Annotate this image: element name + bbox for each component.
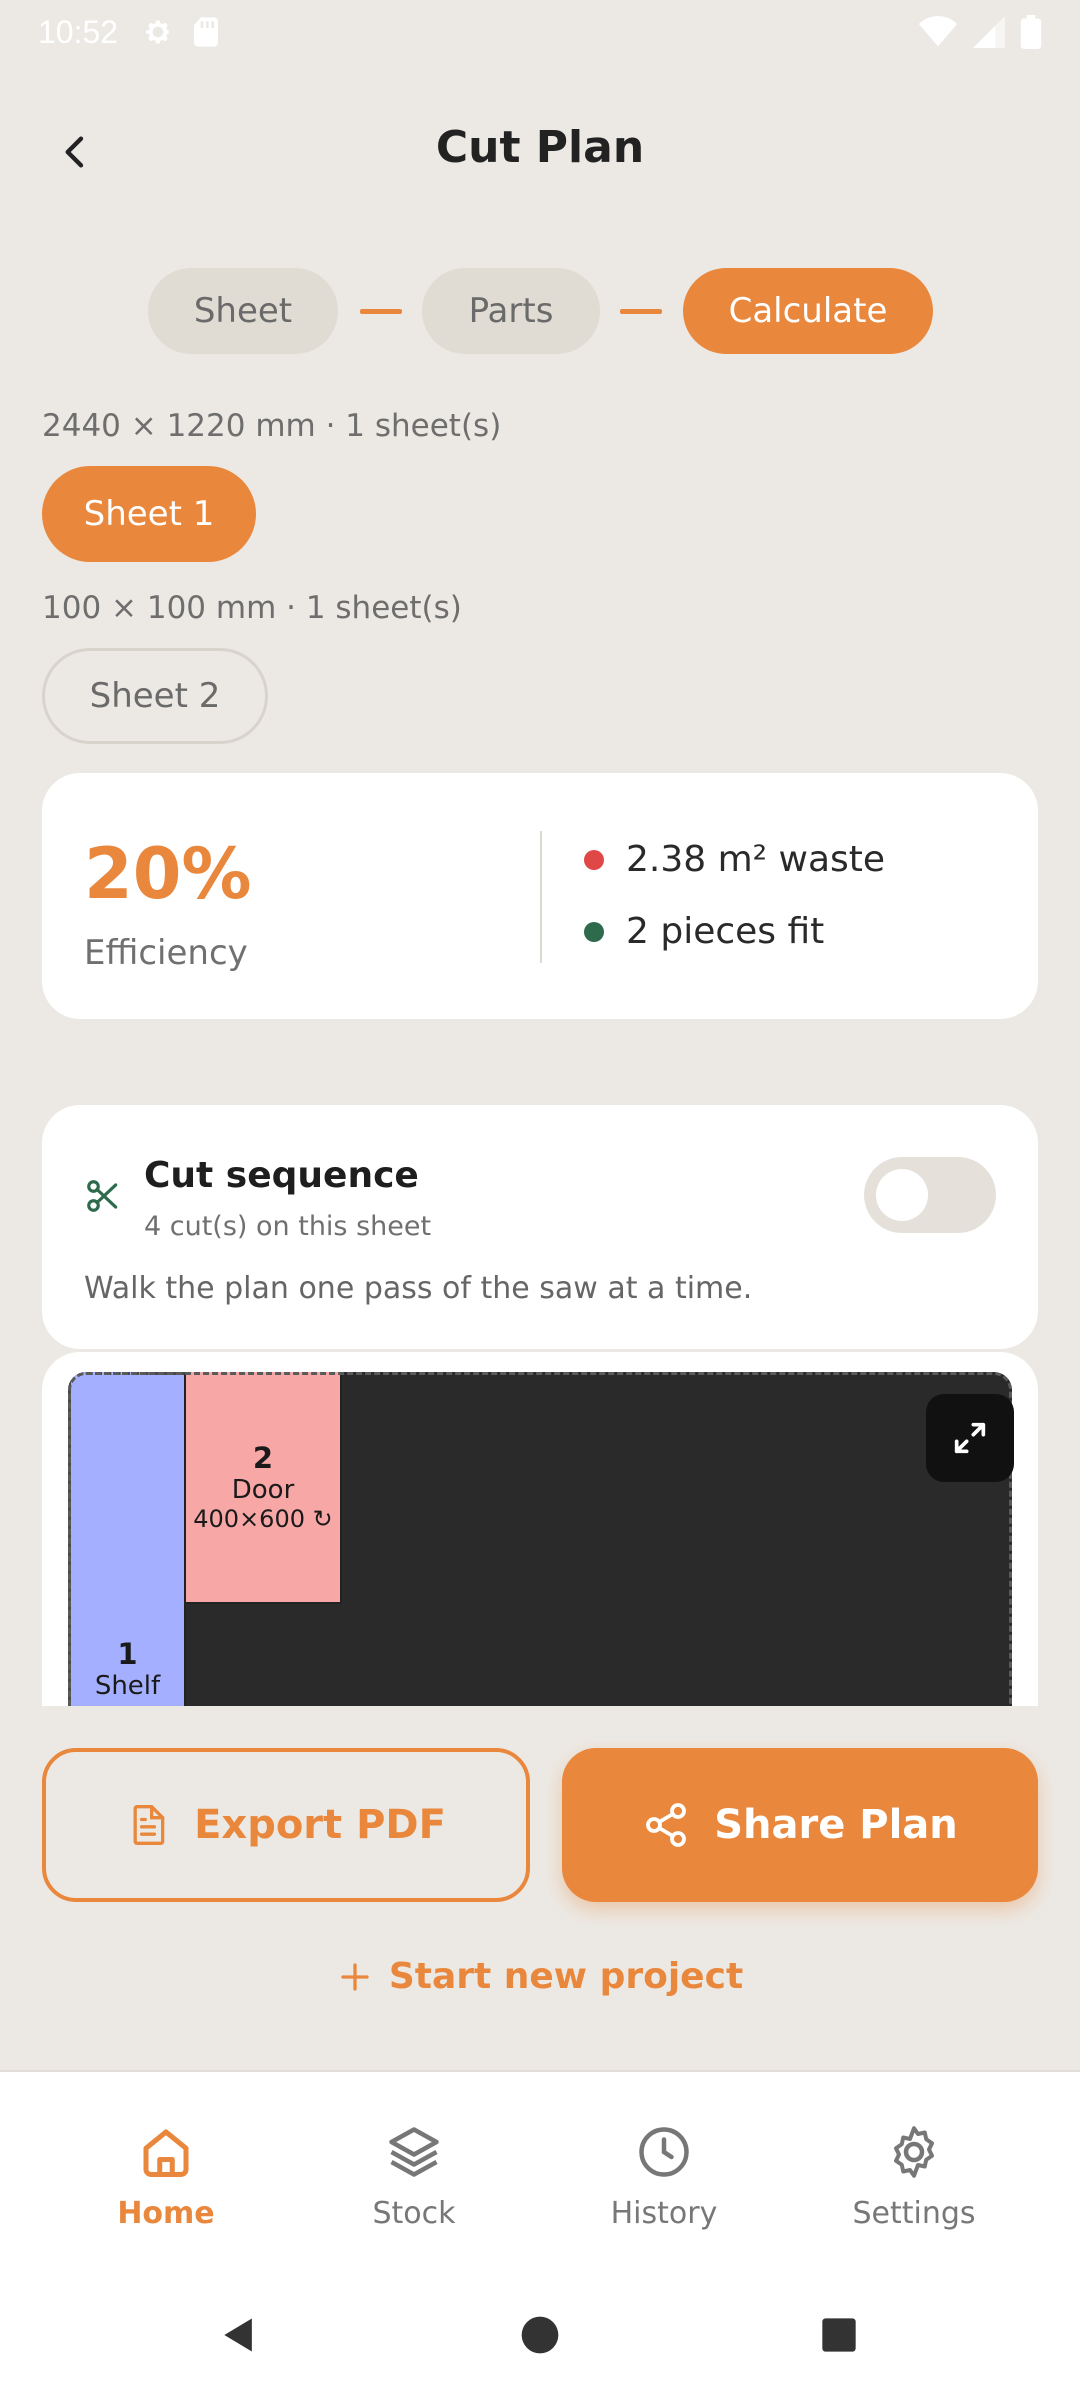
settings-status-icon xyxy=(146,20,170,44)
battery-icon xyxy=(1020,15,1042,49)
sd-card-status-icon xyxy=(194,17,219,47)
step-connector xyxy=(620,309,662,314)
nav-stock[interactable]: Stock xyxy=(314,2122,514,2231)
page-title: Cut Plan xyxy=(435,122,645,173)
piece-name: Shelf xyxy=(94,1670,161,1701)
cut-sequence-description: Walk the plan one pass of the saw at a t… xyxy=(84,1271,753,1306)
share-plan-button[interactable]: Share Plan xyxy=(562,1748,1038,1902)
cut-sequence-toggle[interactable] xyxy=(864,1157,996,1233)
export-pdf-label: Export PDF xyxy=(194,1802,446,1848)
efficiency-label: Efficiency xyxy=(84,933,248,973)
fit-dot xyxy=(584,921,604,942)
circle-home-icon xyxy=(521,2316,559,2354)
piece-shelf[interactable]: 1 Shelf xyxy=(68,1372,186,1706)
nav-settings-label: Settings xyxy=(852,2196,976,2231)
plus-icon xyxy=(341,1962,369,1991)
home-icon xyxy=(143,2129,189,2177)
document-icon xyxy=(133,1805,165,1845)
bottom-navigation: Home Stock History Settings xyxy=(0,2070,1080,2290)
share-icon xyxy=(646,1803,687,1847)
cut-sequence-subtitle: 4 cut(s) on this sheet xyxy=(144,1211,432,1242)
expand-icon xyxy=(954,1422,986,1454)
share-plan-label: Share Plan xyxy=(714,1802,958,1848)
fit-stat: 2 pieces fit xyxy=(584,911,824,952)
waste-dot xyxy=(584,849,604,870)
expand-button[interactable] xyxy=(926,1394,1014,1482)
export-pdf-button[interactable]: Export PDF xyxy=(42,1748,530,1902)
square-recents-icon xyxy=(822,2318,856,2352)
wifi-icon xyxy=(918,16,958,47)
divider xyxy=(540,831,542,963)
efficiency-card: 20% Efficiency 2.38 m² waste 2 pieces fi… xyxy=(42,773,1038,1019)
cell-signal-icon xyxy=(973,16,1005,48)
step-connector xyxy=(360,309,402,314)
triangle-back-icon xyxy=(224,2318,252,2352)
sheet-layout[interactable]: 1 Shelf 2 Door 400×600 ↻ xyxy=(68,1372,1012,1706)
piece-number: 1 xyxy=(117,1636,138,1671)
progress-stepper: Sheet Parts Calculate xyxy=(0,268,1080,354)
sheet-1-meta: 2440 × 1220 mm · 1 sheet(s) xyxy=(42,408,502,444)
efficiency-value: 20% xyxy=(84,833,252,915)
step-sheet[interactable]: Sheet xyxy=(148,268,338,354)
toggle-knob xyxy=(876,1169,928,1221)
cut-sequence-title: Cut sequence xyxy=(144,1155,419,1196)
piece-number: 2 xyxy=(252,1441,274,1475)
top-app-bar: Cut Plan xyxy=(0,110,1080,190)
start-new-project-link[interactable]: Start new project xyxy=(0,1956,1080,1997)
gear-icon xyxy=(894,2126,934,2178)
nav-home-label: Home xyxy=(117,2196,215,2231)
cut-sequence-card: Cut sequence 4 cut(s) on this sheet Walk… xyxy=(42,1105,1038,1349)
nav-stock-label: Stock xyxy=(372,2196,456,2231)
piece-name: Door xyxy=(231,1475,295,1505)
fit-text: 2 pieces fit xyxy=(626,911,825,952)
start-new-project-label: Start new project xyxy=(388,1956,744,1997)
sheet-2-meta: 100 × 100 mm · 1 sheet(s) xyxy=(42,590,462,626)
sheet-2-chip[interactable]: Sheet 2 xyxy=(42,648,268,744)
status-time: 10:52 xyxy=(38,13,119,50)
layers-icon xyxy=(389,2127,439,2177)
status-bar: 10:52 xyxy=(0,0,1080,64)
waste-text: 2.38 m² waste xyxy=(626,839,886,880)
piece-dimensions: 400×600 ↻ xyxy=(193,1505,333,1533)
nav-settings[interactable]: Settings xyxy=(814,2122,1014,2231)
waste-stat: 2.38 m² waste xyxy=(584,839,885,880)
system-back-button[interactable] xyxy=(184,2290,294,2380)
nav-history-label: History xyxy=(610,2196,718,2231)
cut-plan-preview-card: 1 Shelf 2 Door 400×600 ↻ xyxy=(42,1352,1038,1706)
scissors-icon xyxy=(87,1180,118,1212)
nav-history[interactable]: History xyxy=(564,2122,764,2231)
system-navigation-bar xyxy=(0,2290,1080,2400)
piece-door[interactable]: 2 Door 400×600 ↻ xyxy=(186,1372,342,1604)
step-parts[interactable]: Parts xyxy=(422,268,600,354)
step-calculate[interactable]: Calculate xyxy=(683,268,933,354)
sheet-1-chip[interactable]: Sheet 1 xyxy=(42,466,256,562)
system-home-button[interactable] xyxy=(485,2290,595,2380)
nav-home[interactable]: Home xyxy=(66,2122,266,2231)
system-recents-button[interactable] xyxy=(784,2290,894,2380)
clock-icon xyxy=(639,2127,689,2177)
